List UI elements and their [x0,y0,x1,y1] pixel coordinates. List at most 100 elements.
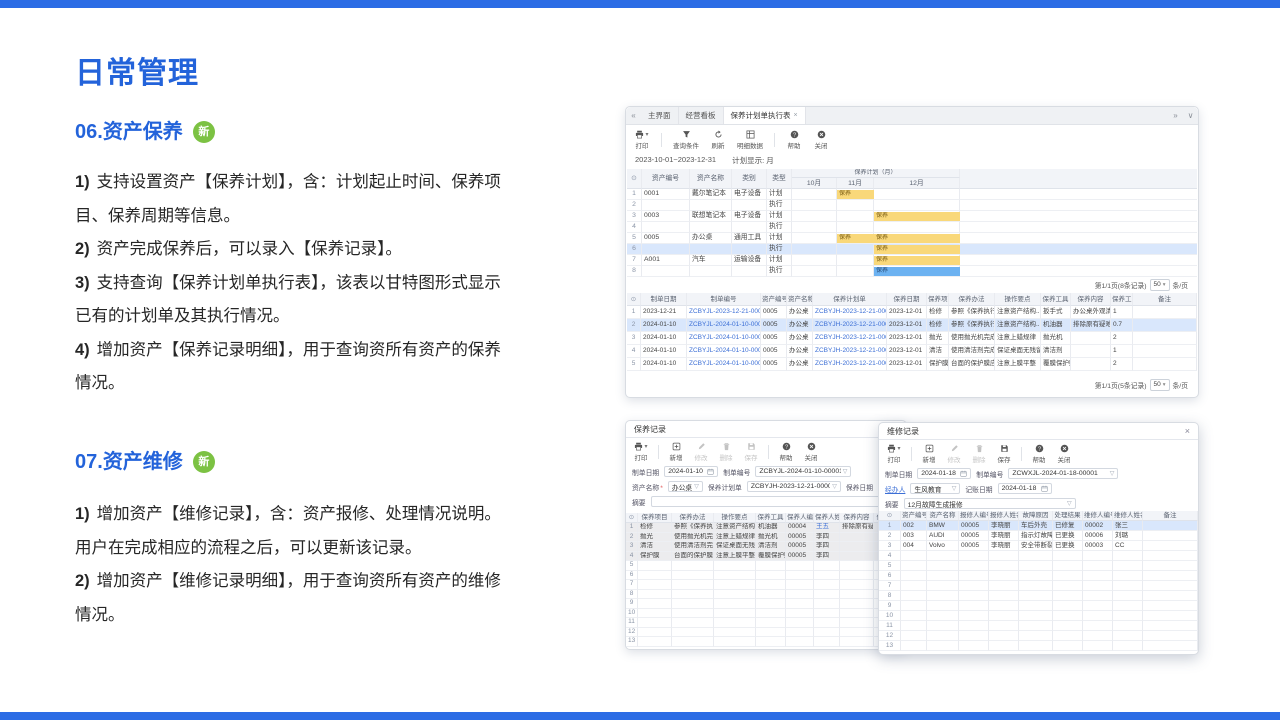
table-cell [1143,531,1198,541]
refresh-button[interactable]: 刷新 [710,129,726,150]
table-row[interactable]: 2003AUDI00005李晓丽指示灯故障已更换00006刘璐 [879,531,1198,541]
lookup-icon[interactable]: ▽ [1110,470,1115,477]
table-row[interactable]: 13 [626,637,906,647]
save-button[interactable]: 保存 [996,443,1012,464]
doc-date-field[interactable]: 2024-01-10 [664,466,718,477]
lookup-icon[interactable]: ▽ [832,483,837,490]
column-header: 保养工时 [1111,293,1133,306]
close-tab-icon[interactable]: × [794,112,798,119]
tab-1[interactable]: 主界面 [641,107,679,124]
lookup-icon[interactable]: ▽ [1067,500,1072,507]
table-cell [989,621,1019,631]
table-row[interactable]: 1002BMW00005李晓丽车后外壳已修复00002张三 [879,521,1198,531]
lookup-icon[interactable]: ▽ [952,485,957,492]
table-row[interactable]: 9 [879,601,1198,611]
operator-link-label[interactable]: 经办人 [885,484,905,494]
table-row[interactable]: 12 [626,628,906,638]
table-row[interactable]: 5 [879,561,1198,571]
table-row[interactable]: 2抛光使用抛光机完成桌...注意上蜡规律抛光机00005李四 [626,533,906,543]
tab-3[interactable]: 保养计划单执行表× [724,107,806,124]
table-row[interactable]: 42024-01-10ZCBYJL-2024-01-10-000010005办公… [627,345,1197,358]
table-cell [901,551,927,561]
table-cell [786,618,814,628]
page-size-select[interactable]: 50▾ [1150,279,1170,291]
table-row[interactable]: 5 [626,561,906,571]
table-row[interactable]: 4 [879,551,1198,561]
close-button[interactable]: 关闭 [1056,443,1072,464]
book-date-field[interactable]: 2024-01-18 [998,483,1052,494]
tabs-forward-button[interactable]: » [1168,107,1183,124]
doc-no-field[interactable]: ZCWXJL-2024-01-18-00001 ▽ [1008,468,1118,479]
table-cell [840,542,874,552]
plan-no-field[interactable]: ZCBYJH-2023-12-21-00003 ▽ [747,481,841,492]
table-row[interactable]: 7 [626,580,906,590]
gantt-row[interactable]: 2执行 [627,200,1197,211]
print-button[interactable]: ▾打印 [634,129,650,150]
filter-button[interactable]: 查询条件 [673,129,699,150]
dropdown-caret-icon[interactable]: ▾ [644,443,647,450]
gantt-row[interactable]: 30003联想笔记本电子设备计划保养 [627,211,1197,222]
operator-field[interactable]: 生风教育 ▽ [910,483,960,494]
table-row[interactable]: 3004Volvo00005李晓丽安全带断裂已更换00003CC [879,541,1198,551]
doc-date-field[interactable]: 2024-01-18 [917,468,971,479]
table-cell: 2023-12-01 [887,345,927,358]
gantt-row[interactable]: 6执行保养 [627,244,1197,255]
dropdown-caret-icon[interactable]: ▾ [645,131,648,138]
help-button[interactable]: ?帮助 [778,441,794,462]
table-cell [1113,621,1143,631]
table-row[interactable]: 12 [879,631,1198,641]
table-row[interactable]: 6 [626,571,906,581]
table-row[interactable]: 12023-12-21ZCBYJL-2023-12-21-000020005办公… [627,306,1197,319]
close-button[interactable]: 关闭 [803,441,819,462]
summary-field[interactable]: ▽ [651,496,900,507]
table-row[interactable]: 10 [626,609,906,619]
table-row[interactable]: 8 [626,590,906,600]
table-row[interactable]: 13 [879,641,1198,651]
table-row[interactable]: 11 [626,618,906,628]
table-row[interactable]: 52024-01-10ZCBYJL-2024-01-10-000010005办公… [627,358,1197,371]
month-cell [792,244,837,255]
close-button[interactable]: 关闭 [813,129,829,150]
gantt-row[interactable]: 10001戴尔笔记本电子设备计划保养 [627,189,1197,200]
gantt-row-filler [960,244,1197,255]
table-row[interactable]: 32024-01-10ZCBYJL-2024-01-10-000010005办公… [627,332,1197,345]
lookup-icon[interactable]: ▽ [843,468,848,475]
print-button[interactable]: ▾打印 [886,443,902,464]
add-button[interactable]: 新增 [668,441,684,462]
table-row[interactable]: 4保护膜台面的保护膜应用注意上膜平整覆膜保护贴00005李四 [626,552,906,562]
help-button[interactable]: ?帮助 [786,129,802,150]
page-size-select[interactable]: 50▾ [1150,379,1170,391]
tab-spacer [806,107,1168,124]
table-row[interactable]: 3清洁使用清洁剂完成桌...保证桌面无残留清洁剂00005李四 [626,542,906,552]
table-cell [989,551,1019,561]
table-cell: 注意上膜平整 [995,358,1041,371]
help-button[interactable]: ?帮助 [1031,443,1047,464]
table-row[interactable]: 8 [879,591,1198,601]
lookup-icon[interactable]: ▽ [694,483,699,490]
dropdown-caret-icon[interactable]: ▾ [897,445,900,452]
gantt-row[interactable]: 50005办公桌通用工具计划保养保养 [627,233,1197,244]
table-row[interactable]: 9 [626,599,906,609]
add-button[interactable]: 新增 [921,443,937,464]
gantt-row[interactable]: 4执行 [627,222,1197,233]
table-cell [714,599,756,609]
print-button[interactable]: ▾打印 [633,441,649,462]
gantt-row[interactable]: 7A001汽车运输设备计划保养 [627,255,1197,266]
tabs-collapse-button[interactable]: ∨ [1183,107,1198,124]
table-row[interactable]: 6 [879,571,1198,581]
tab-2[interactable]: 经营看板 [679,107,724,124]
asset-name-field[interactable]: 办公桌 ▽ [668,481,703,492]
gantt-row[interactable]: 8执行保养 [627,266,1197,277]
grid-button[interactable]: 明细数据 [737,129,763,150]
doc-no-field[interactable]: ZCBYJL-2024-01-10-00001 ▽ [755,466,851,477]
table-row[interactable]: 7 [879,581,1198,591]
table-row[interactable]: 22024-01-10ZCBYJL-2024-01-10-000010005办公… [627,319,1197,332]
summary-field[interactable]: 12月故障生成报修 ▽ [904,498,1076,509]
table-row[interactable]: 11 [879,621,1198,631]
table-row[interactable]: 1检修参照《保养执行手册...注意资产结构(安...机油器00004王五排除原有… [626,523,906,533]
table-row[interactable]: 10 [879,611,1198,621]
close-icon[interactable]: × [1185,426,1190,436]
tabs-back-button[interactable]: « [626,107,641,124]
gantt-cell [732,200,767,211]
table-cell: ZCBYJH-2023-12-21-00000 [813,332,887,345]
